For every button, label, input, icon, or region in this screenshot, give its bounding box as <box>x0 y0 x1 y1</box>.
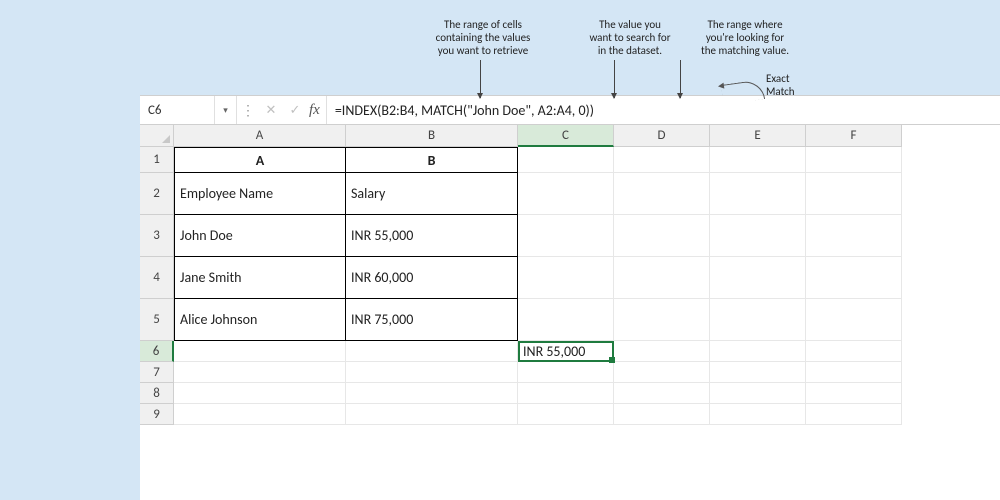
cell-c7[interactable] <box>518 362 614 383</box>
cell-f8[interactable] <box>806 383 902 404</box>
cell-b3[interactable]: INR 55,000 <box>346 215 518 257</box>
cell-d8[interactable] <box>614 383 710 404</box>
row-headers: 1 2 3 4 5 6 7 8 9 <box>140 147 174 425</box>
row-header-8[interactable]: 8 <box>140 383 174 404</box>
separator: ⋮ <box>237 96 259 124</box>
cell-f6[interactable] <box>806 341 902 362</box>
annotation-layer: The range of cellscontaining the valuesy… <box>0 0 1000 95</box>
formula-input[interactable]: =INDEX(B2:B4, MATCH("John Doe", A2:A4, 0… <box>327 96 1000 124</box>
row-header-7[interactable]: 7 <box>140 362 174 383</box>
select-all-corner[interactable] <box>140 125 174 147</box>
cell-d6[interactable] <box>614 341 710 362</box>
cells-area[interactable]: A B Employee Name Salary <box>174 147 1000 500</box>
cell-f9[interactable] <box>806 404 902 425</box>
cell-f3[interactable] <box>806 215 902 257</box>
cell-d1[interactable] <box>614 147 710 173</box>
name-box-dropdown-icon[interactable]: ▾ <box>215 96 237 124</box>
col-header-e[interactable]: E <box>710 125 806 147</box>
cell-e8[interactable] <box>710 383 806 404</box>
cell-b4[interactable]: INR 60,000 <box>346 257 518 299</box>
cell-e5[interactable] <box>710 299 806 341</box>
name-box[interactable]: C6 <box>140 96 215 124</box>
annotation-lookup-range: The range whereyou're looking forthe mat… <box>675 18 815 57</box>
cell-b8[interactable] <box>346 383 518 404</box>
col-header-b[interactable]: B <box>346 125 518 147</box>
col-header-a[interactable]: A <box>174 125 346 147</box>
cell-f4[interactable] <box>806 257 902 299</box>
cell-a6[interactable] <box>174 341 346 362</box>
cell-f5[interactable] <box>806 299 902 341</box>
spreadsheet-window: C6 ▾ ⋮ ✕ ✓ fx =INDEX(B2:B4, MATCH("John … <box>140 95 1000 500</box>
spreadsheet-grid: 1 2 3 4 5 6 7 8 9 A B C D E F <box>140 125 1000 500</box>
row-header-3[interactable]: 3 <box>140 215 174 257</box>
cell-e4[interactable] <box>710 257 806 299</box>
cell-d4[interactable] <box>614 257 710 299</box>
cell-a8[interactable] <box>174 383 346 404</box>
row-header-1[interactable]: 1 <box>140 147 174 173</box>
cancel-button[interactable]: ✕ <box>259 96 283 124</box>
arrow-icon <box>480 60 481 98</box>
cell-e6[interactable] <box>710 341 806 362</box>
cell-c9[interactable] <box>518 404 614 425</box>
cell-d7[interactable] <box>614 362 710 383</box>
row-header-2[interactable]: 2 <box>140 173 174 215</box>
cell-e3[interactable] <box>710 215 806 257</box>
row-header-6[interactable]: 6 <box>140 341 174 362</box>
col-header-c[interactable]: C <box>518 125 614 147</box>
cell-a9[interactable] <box>174 404 346 425</box>
row-header-5[interactable]: 5 <box>140 299 174 341</box>
cell-a3[interactable]: John Doe <box>174 215 346 257</box>
cell-f2[interactable] <box>806 173 902 215</box>
cell-a4[interactable]: Jane Smith <box>174 257 346 299</box>
cell-d2[interactable] <box>614 173 710 215</box>
cell-e2[interactable] <box>710 173 806 215</box>
cell-b5[interactable]: INR 75,000 <box>346 299 518 341</box>
cell-b7[interactable] <box>346 362 518 383</box>
cell-c8[interactable] <box>518 383 614 404</box>
formula-bar: C6 ▾ ⋮ ✕ ✓ fx =INDEX(B2:B4, MATCH("John … <box>140 96 1000 125</box>
annotation-retrieve-range: The range of cellscontaining the valuesy… <box>408 18 558 57</box>
cell-c1[interactable] <box>518 147 614 173</box>
cell-c3[interactable] <box>518 215 614 257</box>
cell-c5[interactable] <box>518 299 614 341</box>
cell-b9[interactable] <box>346 404 518 425</box>
cell-a2[interactable]: Employee Name <box>174 173 346 215</box>
cell-c6[interactable]: INR 55,000 <box>518 341 614 362</box>
cell-e1[interactable] <box>710 147 806 173</box>
row-header-4[interactable]: 4 <box>140 257 174 299</box>
fx-icon[interactable]: fx <box>307 96 327 124</box>
cell-e9[interactable] <box>710 404 806 425</box>
arrow-icon <box>614 60 615 98</box>
cell-d3[interactable] <box>614 215 710 257</box>
col-header-f[interactable]: F <box>806 125 902 147</box>
cell-d5[interactable] <box>614 299 710 341</box>
enter-button[interactable]: ✓ <box>283 96 307 124</box>
row-header-9[interactable]: 9 <box>140 404 174 425</box>
annotation-exact-match: ExactMatch <box>766 72 826 98</box>
cell-f1[interactable] <box>806 147 902 173</box>
cell-a5[interactable]: Alice Johnson <box>174 299 346 341</box>
cell-b1[interactable]: B <box>346 147 518 173</box>
col-header-d[interactable]: D <box>614 125 710 147</box>
cell-f7[interactable] <box>806 362 902 383</box>
cell-a7[interactable] <box>174 362 346 383</box>
cell-c4[interactable] <box>518 257 614 299</box>
cell-d9[interactable] <box>614 404 710 425</box>
cell-e7[interactable] <box>710 362 806 383</box>
cell-c2[interactable] <box>518 173 614 215</box>
cell-b2[interactable]: Salary <box>346 173 518 215</box>
column-headers: A B C D E F <box>174 125 1000 147</box>
cell-b6[interactable] <box>346 341 518 362</box>
arrow-icon <box>680 60 681 98</box>
cell-a1[interactable]: A <box>174 147 346 173</box>
